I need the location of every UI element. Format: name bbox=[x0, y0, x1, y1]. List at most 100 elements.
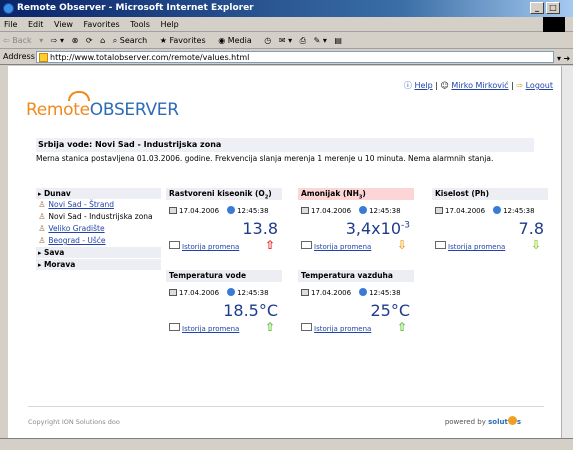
vertical-scrollbar[interactable] bbox=[561, 66, 573, 438]
card-date: 17.04.2006 bbox=[445, 207, 486, 215]
station-icon: ♙ bbox=[38, 212, 46, 221]
menu-help[interactable]: Help bbox=[160, 20, 178, 29]
calendar-icon bbox=[169, 207, 177, 214]
logout-link[interactable]: Logout bbox=[526, 81, 553, 90]
trend-up-icon: ⇧ bbox=[396, 320, 407, 334]
card-value: 25°C bbox=[370, 301, 410, 320]
remote-observer-logo: RemoteOBSERVER bbox=[26, 91, 179, 120]
windows-logo-icon bbox=[543, 17, 565, 32]
clock-icon bbox=[227, 288, 236, 296]
trend-down-icon: ⇩ bbox=[396, 238, 407, 252]
card-timestamp: 17.04.2006 12:45:38 bbox=[169, 288, 281, 298]
calendar-icon bbox=[301, 207, 309, 214]
menu-file[interactable]: File bbox=[4, 20, 17, 29]
card-title: Rastvoreni kiseonik (O2) bbox=[166, 188, 282, 201]
address-input[interactable]: http://www.totalobserver.com/remote/valu… bbox=[36, 51, 554, 63]
history-link[interactable]: Istorija promena bbox=[301, 323, 371, 333]
clock-icon bbox=[359, 288, 368, 296]
card-value: 7.8 bbox=[518, 219, 544, 238]
history-icon[interactable]: ◷ bbox=[264, 36, 271, 45]
back-label: Back bbox=[12, 36, 32, 45]
toolbar: ⇦ Back ▾ ⇨ ▾ ⊗ ⟳ ⌂ ⌕ Search ★ Favorites … bbox=[0, 32, 573, 49]
station-item[interactable]: ♙ Beograd - Ušće bbox=[36, 235, 161, 247]
brand-logo: solut s bbox=[488, 416, 521, 426]
menu-edit[interactable]: Edit bbox=[28, 20, 44, 29]
help-link[interactable]: Help bbox=[414, 81, 432, 90]
clock-icon bbox=[359, 206, 368, 214]
history-link[interactable]: Istorija promena bbox=[169, 241, 239, 251]
menu-favorites[interactable]: Favorites bbox=[84, 20, 120, 29]
status-bar bbox=[0, 438, 573, 450]
station-label: Novi Sad - Industrijska zona bbox=[48, 212, 153, 221]
print-icon[interactable]: ⎙ bbox=[300, 36, 306, 45]
footer-powered: powered by solut s bbox=[445, 416, 521, 426]
menu-tools[interactable]: Tools bbox=[130, 20, 150, 29]
history-link[interactable]: Istorija promena bbox=[169, 323, 239, 333]
station-icon: ♙ bbox=[38, 200, 46, 209]
discuss-icon[interactable]: ▤ bbox=[334, 36, 342, 45]
card-date: 17.04.2006 bbox=[179, 207, 220, 215]
mail-icon[interactable]: ✉ ▾ bbox=[279, 36, 292, 45]
card-title: Amonijak (NH3) bbox=[298, 188, 414, 201]
title-bar: Remote Observer - Microsoft Internet Exp… bbox=[0, 0, 573, 17]
search-button[interactable]: ⌕ Search bbox=[113, 36, 153, 45]
calendar-icon bbox=[169, 289, 177, 296]
measurement-card: Rastvoreni kiseonik (O2) 17.04.2006 12:45… bbox=[166, 188, 282, 270]
measurement-card: Amonijak (NH3) 17.04.2006 12:45:38 3,4x10… bbox=[298, 188, 414, 270]
window-title: Remote Observer - Microsoft Internet Exp… bbox=[17, 3, 254, 13]
maximize-button[interactable]: □ bbox=[546, 2, 560, 14]
measurement-card: Temperatura vazduha 17.04.2006 12:45:38 2… bbox=[298, 270, 414, 352]
top-links: ⓘ Help | ☺ Mirko Mirković | ⇨ Logout bbox=[403, 81, 553, 90]
sidebar: Dunav ♙ Novi Sad - Štrand ♙ Novi Sad - I… bbox=[36, 188, 161, 270]
card-timestamp: 17.04.2006 12:45:38 bbox=[301, 206, 413, 216]
forward-button[interactable]: ⇨ ▾ bbox=[51, 36, 64, 45]
measurement-card: Kiselost (Ph) 17.04.2006 12:45:38 7.8 Ist… bbox=[432, 188, 548, 270]
back-button[interactable]: ⇦ Back ▾ bbox=[3, 36, 43, 45]
page-title: Srbija vode: Novi Sad - Industrijska zon… bbox=[36, 138, 534, 152]
go-button[interactable]: ▾ ➜ bbox=[557, 51, 570, 67]
media-button[interactable]: ◉ Media bbox=[218, 36, 257, 45]
history-link[interactable]: Istorija promena bbox=[301, 241, 371, 251]
logo-observer: OBSERVER bbox=[89, 100, 179, 120]
calendar-icon bbox=[435, 207, 443, 214]
card-time: 12:45:38 bbox=[237, 207, 269, 215]
edit-icon[interactable]: ✎ ▾ bbox=[314, 36, 327, 45]
card-time: 12:45:38 bbox=[503, 207, 535, 215]
card-date: 17.04.2006 bbox=[311, 207, 352, 215]
region-sava[interactable]: Sava bbox=[36, 247, 161, 258]
address-url: http://www.totalobserver.com/remote/valu… bbox=[50, 53, 250, 62]
card-timestamp: 17.04.2006 12:45:38 bbox=[301, 288, 413, 298]
logo-remote: Remote bbox=[26, 100, 90, 120]
station-item[interactable]: ♙ Novi Sad - Štrand bbox=[36, 199, 161, 211]
station-link[interactable]: Beograd - Ušće bbox=[48, 236, 105, 245]
station-item[interactable]: ♙ Veliko Gradište bbox=[36, 223, 161, 235]
minimize-button[interactable]: _ bbox=[530, 2, 544, 14]
station-icon: ♙ bbox=[38, 224, 46, 233]
region-dunav[interactable]: Dunav bbox=[36, 188, 161, 199]
home-icon[interactable]: ⌂ bbox=[100, 36, 105, 45]
favorites-label: Favorites bbox=[169, 36, 206, 45]
user-link[interactable]: Mirko Mirković bbox=[451, 81, 508, 90]
refresh-icon[interactable]: ⟳ bbox=[86, 36, 93, 45]
station-link[interactable]: Veliko Gradište bbox=[48, 224, 104, 233]
station-icon: ♙ bbox=[38, 236, 46, 245]
card-date: 17.04.2006 bbox=[311, 289, 352, 297]
footer-copyright: Copyright ION Solutions doo bbox=[28, 418, 120, 426]
measurement-card: Temperatura vode 17.04.2006 12:45:38 18.5… bbox=[166, 270, 282, 352]
station-link[interactable]: Novi Sad - Štrand bbox=[48, 200, 114, 209]
stop-icon[interactable]: ⊗ bbox=[72, 36, 79, 45]
card-value: 18.5°C bbox=[223, 301, 278, 320]
trend-up-icon: ⇧ bbox=[264, 238, 275, 252]
history-link[interactable]: Istorija promena bbox=[435, 241, 505, 251]
clock-icon bbox=[227, 206, 236, 214]
media-label: Media bbox=[227, 36, 252, 45]
brand-b: s bbox=[516, 418, 521, 426]
region-morava[interactable]: Morava bbox=[36, 259, 161, 270]
favorites-button[interactable]: ★ Favorites bbox=[160, 36, 211, 45]
page-content: ⓘ Help | ☺ Mirko Mirković | ⇨ Logout Rem… bbox=[8, 66, 561, 438]
card-timestamp: 17.04.2006 12:45:38 bbox=[169, 206, 281, 216]
card-title: Temperatura vazduha bbox=[298, 270, 414, 282]
address-label: Address bbox=[3, 52, 35, 61]
card-timestamp: 17.04.2006 12:45:38 bbox=[435, 206, 547, 216]
menu-view[interactable]: View bbox=[54, 20, 73, 29]
